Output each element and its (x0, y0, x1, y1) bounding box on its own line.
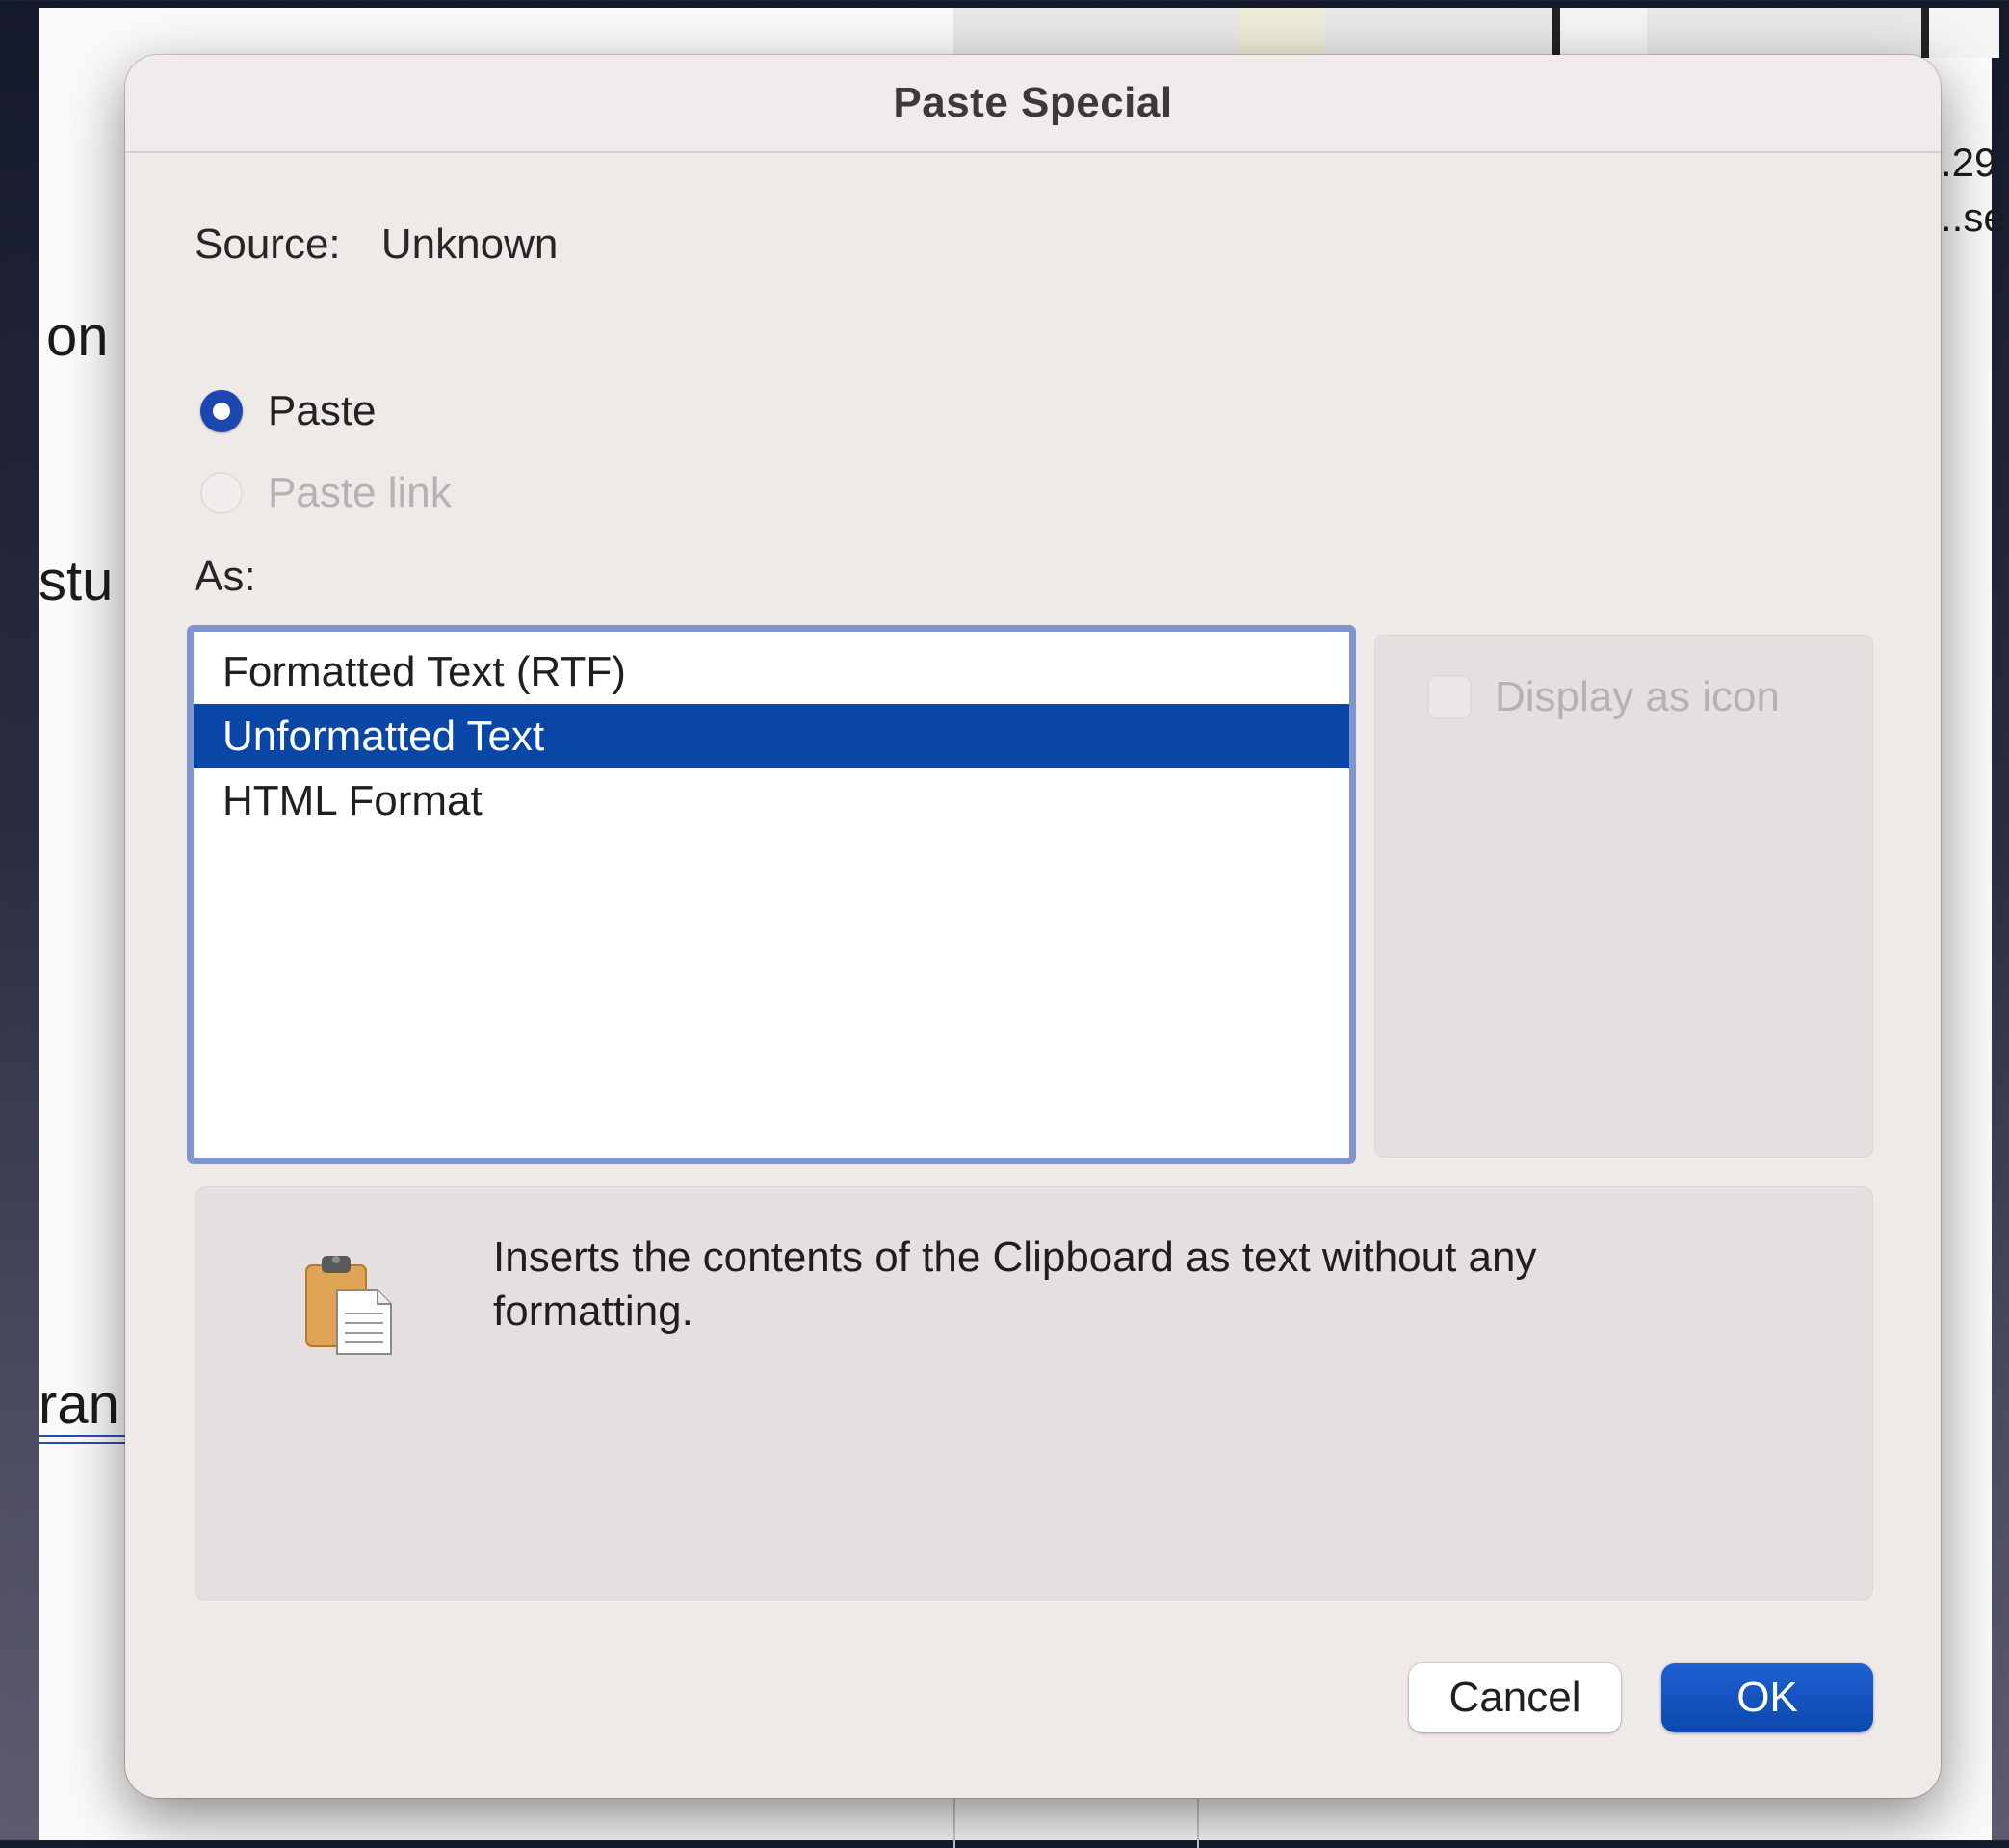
source-label: Source: (195, 221, 341, 268)
page-thumbnail[interactable] (1552, 8, 1647, 58)
paste-link-radio-label: Paste link (268, 469, 452, 516)
page-thumbnail[interactable] (1238, 8, 1324, 58)
display-as-icon-checkbox (1427, 675, 1472, 719)
divider (953, 1799, 955, 1848)
source-row: Source: Unknown (195, 221, 558, 269)
background-text-fragment: ..se (1941, 195, 2006, 240)
dialog-title: Paste Special (893, 79, 1173, 126)
source-value: Unknown (380, 221, 559, 268)
format-option-unformatted-text[interactable]: Unformatted Text (194, 704, 1349, 768)
paste-radio-button[interactable] (200, 390, 243, 432)
page-thumbnails-strip (953, 8, 1999, 58)
clipboard-icon (305, 1256, 392, 1355)
paste-link-radio-option: Paste link (200, 469, 452, 517)
as-label: As: (195, 553, 256, 600)
format-option-rtf[interactable]: Formatted Text (RTF) (194, 639, 1349, 704)
format-listbox[interactable]: Formatted Text (RTF) Unformatted Text HT… (187, 625, 1356, 1164)
paste-special-dialog: Paste Special Source: Unknown Paste Past… (125, 55, 1941, 1798)
display-as-icon-option: Display as icon (1427, 673, 1780, 721)
cancel-button[interactable]: Cancel (1409, 1663, 1621, 1732)
paste-radio-label[interactable]: Paste (268, 387, 377, 435)
dialog-titlebar[interactable]: Paste Special (125, 55, 1941, 153)
result-description-panel: Inserts the contents of the Clipboard as… (195, 1186, 1873, 1601)
format-option-html[interactable]: HTML Format (194, 768, 1349, 833)
result-description-text: Inserts the contents of the Clipboard as… (493, 1234, 1537, 1335)
ok-button[interactable]: OK (1661, 1663, 1873, 1732)
background-text-fragment: on (46, 305, 109, 368)
page-thumbnail[interactable] (1921, 8, 1999, 58)
background-link-underline (39, 1435, 127, 1444)
paste-radio-option[interactable]: Paste (200, 387, 377, 435)
background-text-fragment: ran (39, 1373, 119, 1436)
divider (1197, 1799, 1199, 1848)
background-text-fragment: .29 (1941, 140, 1997, 185)
background-text-fragment: stu (39, 550, 114, 612)
display-as-icon-label: Display as icon (1495, 673, 1780, 720)
paste-link-radio-button (200, 472, 243, 514)
display-options-panel: Display as icon (1374, 635, 1873, 1158)
